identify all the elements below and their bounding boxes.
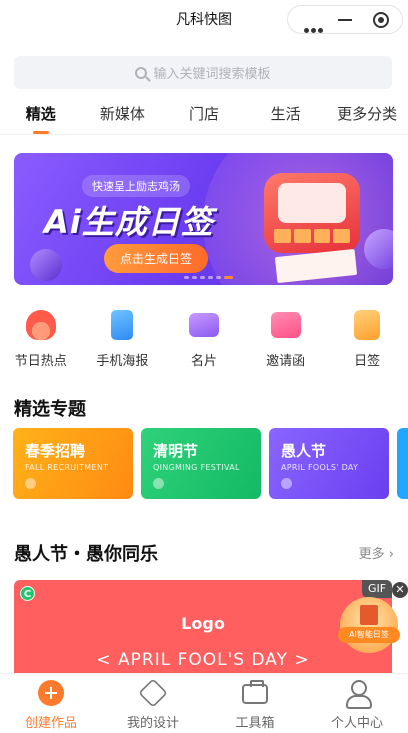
book-icon [360, 605, 378, 625]
mini-program-capsule [287, 5, 403, 34]
promo-banner[interactable]: 快速呈上励志鸡汤 Ai生成日签 点击生成日签 [14, 153, 393, 285]
more-link[interactable]: 更多 › [359, 543, 394, 562]
arrow-icon [153, 478, 164, 489]
banner-cta-button[interactable]: 点击生成日签 [104, 244, 209, 273]
section-title-featured: 精选专题 [14, 399, 86, 420]
note-icon [354, 310, 381, 340]
search-placeholder: 输入关键词搜索模板 [153, 67, 271, 82]
category-holiday[interactable]: 节日热点 [0, 306, 82, 376]
nav-my-designs[interactable]: 我的设计 [102, 674, 204, 733]
ai-daily-note-float-button[interactable]: AI智能日签 [338, 597, 400, 653]
category-daily-note[interactable]: 日签 [326, 306, 408, 376]
template-card[interactable]: C Logo < APRIL FOOL'S DAY > [14, 580, 392, 680]
category-phone-poster[interactable]: 手机海报 [82, 306, 164, 376]
envelope-icon [270, 312, 301, 338]
close-circle-icon[interactable] [373, 12, 389, 28]
image-icon [138, 678, 168, 708]
category-invitation[interactable]: 邀请函 [245, 306, 327, 376]
banner-chip: 快速呈上励志鸡汤 [82, 175, 190, 197]
template-caption: < APRIL FOOL'S DAY > [96, 650, 310, 670]
tab-new-media[interactable]: 新媒体 [82, 98, 164, 134]
person-icon [344, 680, 372, 709]
tab-featured[interactable]: 精选 [0, 98, 82, 134]
category-grid: 节日热点 手机海报 名片 邀请函 日签 [0, 306, 408, 376]
banner-headline: Ai生成日签 [44, 203, 214, 241]
section-title-april-fools: 愚人节・愚你同乐 [14, 544, 158, 565]
arrow-icon [25, 478, 36, 489]
bottom-navigation: 创建作品 我的设计 工具箱 个人中心 [0, 673, 408, 733]
title-bar: 凡科快图 [0, 0, 408, 38]
tab-life[interactable]: 生活 [245, 98, 327, 134]
search-input[interactable]: 输入关键词搜索模板 [14, 56, 392, 89]
robot-illustration [264, 173, 360, 253]
tabs-divider [0, 134, 408, 135]
featured-topics: 春季招聘 FALL RECRUITMENT 清明节 QINGMING FESTI… [13, 428, 408, 499]
arrow-icon [281, 478, 292, 489]
search-icon [135, 66, 148, 79]
fire-icon [25, 310, 56, 340]
category-business-card[interactable]: 名片 [163, 306, 245, 376]
category-tabs: 精选 新媒体 门店 生活 更多分类 [0, 98, 408, 134]
phone-icon [111, 310, 134, 340]
template-logo-text: Logo [181, 614, 225, 633]
close-icon[interactable]: ✕ [392, 582, 408, 598]
copyright-badge: C [20, 586, 35, 601]
minimize-icon[interactable] [338, 19, 352, 21]
topic-card-partial[interactable] [397, 428, 408, 499]
nav-toolbox[interactable]: 工具箱 [204, 674, 306, 733]
topic-card-april-fools[interactable]: 愚人节 APRIL FOOLS' DAY [269, 428, 389, 499]
carousel-indicator [184, 276, 233, 279]
tab-store[interactable]: 门店 [163, 98, 245, 134]
nav-create[interactable]: 创建作品 [0, 674, 102, 733]
plus-circle-icon [38, 680, 64, 706]
nav-profile[interactable]: 个人中心 [306, 674, 408, 733]
toolbox-icon [242, 680, 268, 704]
topic-card-spring-recruit[interactable]: 春季招聘 FALL RECRUITMENT [13, 428, 133, 499]
ai-float-label: AI智能日签 [338, 627, 400, 643]
topic-card-qingming[interactable]: 清明节 QINGMING FESTIVAL [141, 428, 261, 499]
gif-badge: GIF [362, 580, 392, 598]
card-icon [188, 313, 219, 337]
decor-ball [30, 249, 62, 281]
tab-more-categories[interactable]: 更多分类 [326, 98, 408, 134]
more-dots-icon[interactable] [304, 18, 326, 33]
